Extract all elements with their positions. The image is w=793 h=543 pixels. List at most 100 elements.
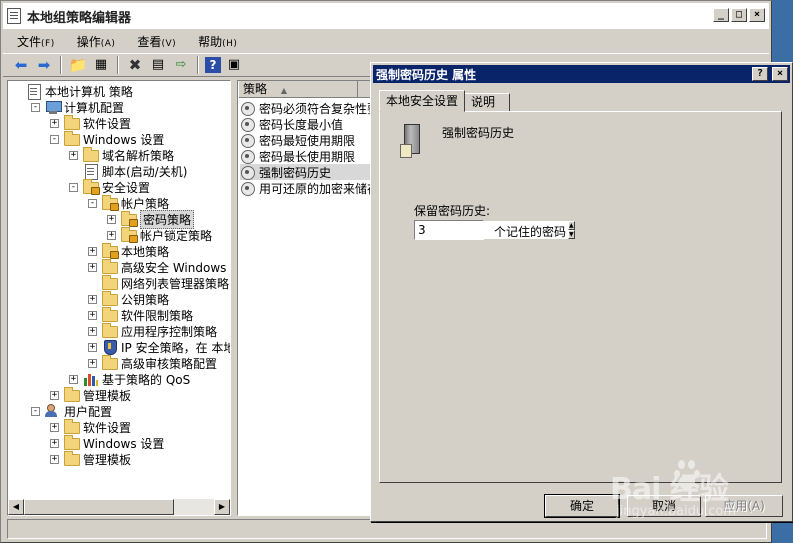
expand-icon[interactable]: + bbox=[88, 310, 97, 320]
expand-icon[interactable]: + bbox=[50, 390, 59, 400]
list-item-label: 密码最短使用期限 bbox=[259, 133, 356, 148]
shield-icon bbox=[102, 340, 118, 355]
tree-item-label: 本地计算机 策略 bbox=[45, 84, 133, 99]
export-icon[interactable]: ⇨ bbox=[171, 55, 191, 75]
back-arrow-icon[interactable]: ⬅ bbox=[11, 55, 31, 75]
expand-icon[interactable]: + bbox=[107, 230, 116, 240]
menu-action[interactable]: 操作(A) bbox=[63, 33, 124, 50]
tree-item[interactable]: - 计算机配置 bbox=[31, 99, 124, 115]
scroll-track[interactable] bbox=[174, 499, 214, 515]
dialog-help-button[interactable]: ? bbox=[752, 67, 768, 81]
expand-icon[interactable]: + bbox=[50, 454, 59, 464]
tree-item[interactable]: + 软件设置 bbox=[50, 419, 131, 435]
tree-item[interactable]: + 管理模板 bbox=[50, 387, 131, 403]
tree-item[interactable]: - 安全设置 bbox=[69, 179, 150, 195]
tree-item[interactable]: 本地计算机 策略 bbox=[12, 83, 133, 100]
tree-item[interactable]: + Windows 设置 bbox=[50, 435, 164, 451]
expand-icon[interactable]: + bbox=[88, 358, 97, 368]
menu-file[interactable]: 文件(F) bbox=[3, 33, 63, 50]
tree-item[interactable]: + 高级安全 Windows 防火 bbox=[88, 259, 230, 275]
delete-icon[interactable]: ✖ bbox=[125, 55, 145, 75]
list-item[interactable]: 强制密码历史 bbox=[240, 164, 370, 180]
menubar: 文件(F) 操作(A) 查看(V) 帮助(H) bbox=[3, 31, 769, 51]
console-icon[interactable]: ▣ bbox=[224, 55, 244, 75]
collapse-icon[interactable]: - bbox=[50, 134, 59, 144]
list-item[interactable]: 密码长度最小值 bbox=[240, 116, 343, 132]
folder-icon bbox=[64, 435, 80, 450]
expand-icon[interactable]: + bbox=[69, 150, 78, 160]
collapse-icon[interactable]: - bbox=[31, 406, 40, 416]
scroll-thumb[interactable] bbox=[24, 499, 174, 515]
locked-folder-icon bbox=[121, 211, 138, 227]
tree-item[interactable]: 脚本(启动/关机) bbox=[69, 163, 187, 180]
tree-item[interactable]: - 用户配置 bbox=[31, 403, 112, 419]
spin-up-icon[interactable]: ▲ bbox=[568, 221, 575, 230]
list-item[interactable]: 用可还原的加密来储存 bbox=[240, 180, 379, 196]
tree-item[interactable]: + 管理模板 bbox=[50, 451, 131, 467]
tree-item[interactable]: + 本地策略 bbox=[88, 243, 169, 259]
expand-icon[interactable]: + bbox=[69, 374, 78, 384]
close-button[interactable]: × bbox=[749, 8, 765, 22]
tree-item[interactable]: + 帐户锁定策略 bbox=[107, 227, 212, 243]
tree-item[interactable]: 网络列表管理器策略 bbox=[88, 275, 229, 291]
tree-item[interactable]: - Windows 设置 bbox=[50, 131, 164, 147]
folder-icon bbox=[102, 323, 118, 338]
menu-view[interactable]: 查看(V) bbox=[123, 33, 184, 50]
tree-pane[interactable]: 本地计算机 策略 - 计算机配置 + 软件设置 - Windows 设置 + 域名解析策略 脚本(… bbox=[7, 80, 231, 516]
tree-item[interactable]: + 高级审核策略配置 bbox=[88, 355, 217, 371]
list-item[interactable]: 密码最短使用期限 bbox=[240, 132, 355, 148]
collapse-icon[interactable]: - bbox=[69, 182, 78, 192]
tree-item[interactable]: + 公钥策略 bbox=[88, 291, 169, 307]
scroll-left-icon[interactable]: ◀ bbox=[8, 499, 24, 515]
list-item[interactable]: 密码必须符合复杂性要 bbox=[240, 100, 379, 116]
list-item-label: 密码长度最小值 bbox=[259, 117, 344, 132]
minimize-button[interactable]: _ bbox=[713, 8, 729, 22]
toolbar-separator bbox=[60, 56, 62, 74]
expand-icon[interactable]: + bbox=[50, 438, 59, 448]
tree-item[interactable]: + 应用程序控制策略 bbox=[88, 323, 217, 339]
up-folder-icon[interactable]: 📁 bbox=[68, 55, 88, 75]
tab-local-security-setting[interactable]: 本地安全设置 bbox=[379, 90, 466, 112]
expand-icon[interactable]: + bbox=[88, 246, 97, 256]
dialog-close-button[interactable]: × bbox=[772, 67, 788, 81]
list-item[interactable]: 密码最长使用期限 bbox=[240, 148, 355, 164]
properties-icon[interactable]: ▤ bbox=[148, 55, 168, 75]
main-titlebar[interactable]: 本地组策略编辑器 _ □ × bbox=[3, 3, 769, 29]
tree-item-label: 高级审核策略配置 bbox=[121, 356, 218, 371]
dialog-title: 强制密码历史 属性 bbox=[376, 67, 477, 82]
policy-setting-icon bbox=[240, 117, 256, 132]
expand-icon[interactable]: + bbox=[88, 342, 97, 352]
tree-item-label: Windows 设置 bbox=[83, 436, 165, 451]
ok-button[interactable]: 确定 bbox=[544, 494, 620, 518]
tree-horizontal-scrollbar[interactable]: ◀ ▶ bbox=[8, 499, 230, 515]
expand-icon[interactable]: + bbox=[50, 118, 59, 128]
toolbar-separator bbox=[117, 56, 119, 74]
expand-icon[interactable]: + bbox=[50, 422, 59, 432]
forward-arrow-icon[interactable]: ➡ bbox=[34, 55, 54, 75]
expand-icon[interactable]: + bbox=[88, 326, 97, 336]
column-policy[interactable]: 策略 ▲ bbox=[238, 81, 358, 98]
tree-item[interactable]: + 密码策略 bbox=[107, 209, 195, 229]
tree-item[interactable]: + 域名解析策略 bbox=[69, 147, 174, 163]
help-icon[interactable]: ? bbox=[205, 57, 221, 73]
tree-item[interactable]: + 软件限制策略 bbox=[88, 307, 193, 323]
folder-icon bbox=[102, 259, 118, 274]
tree-item[interactable]: + 基于策略的 QoS bbox=[69, 371, 190, 387]
menu-help[interactable]: 帮助(H) bbox=[184, 33, 245, 50]
tree-item[interactable]: + 软件设置 bbox=[50, 115, 131, 131]
dialog-titlebar[interactable]: 强制密码历史 属性 ? × bbox=[373, 65, 790, 83]
show-hide-tree-icon[interactable]: ▦ bbox=[91, 55, 111, 75]
tab-explain[interactable]: 说明 bbox=[464, 93, 511, 112]
collapse-icon[interactable]: - bbox=[31, 102, 40, 112]
expand-icon[interactable]: + bbox=[88, 294, 97, 304]
maximize-button[interactable]: □ bbox=[731, 8, 747, 22]
spin-down-icon[interactable]: ▼ bbox=[568, 230, 575, 239]
expand-icon[interactable]: + bbox=[88, 262, 97, 272]
tree-item[interactable]: + IP 安全策略，在 本地 bbox=[88, 339, 230, 355]
tree-item-label: 用户配置 bbox=[64, 404, 113, 419]
collapse-icon[interactable]: - bbox=[88, 198, 97, 208]
baidu-watermark: Bai 经验 jingyan.baidu.com bbox=[610, 456, 770, 528]
scroll-right-icon[interactable]: ▶ bbox=[214, 499, 230, 515]
expand-icon[interactable]: + bbox=[107, 214, 116, 224]
